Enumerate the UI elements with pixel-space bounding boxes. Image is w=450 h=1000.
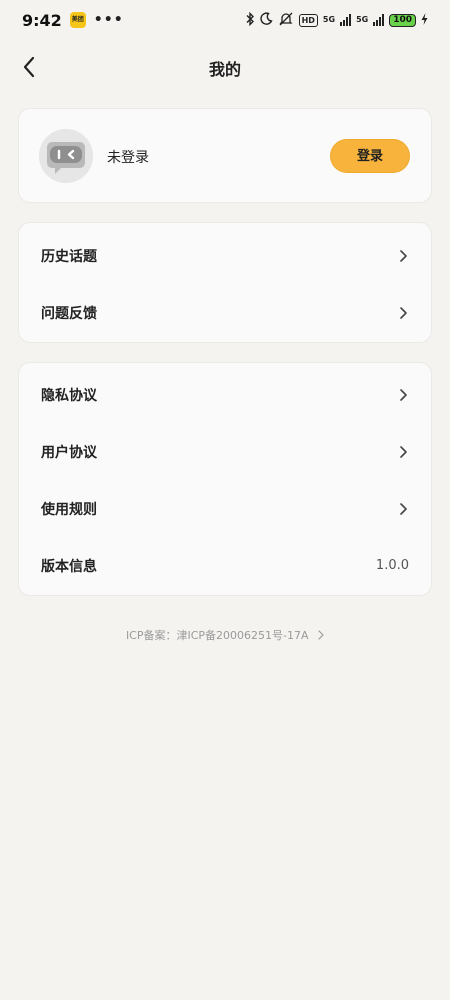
login-button[interactable]: 登录 (330, 139, 410, 173)
app-notification-icon: 美团 (69, 12, 86, 28)
user-name: 未登录 (107, 150, 149, 166)
menu-item-version-info[interactable]: 版本信息 1.0.0 (19, 537, 431, 594)
menu-item-label: 用户协议 (41, 444, 97, 461)
menu-item-label: 隐私协议 (41, 387, 97, 404)
network-type-1: 5G (322, 15, 336, 24)
version-number: 1.0.0 (375, 558, 409, 573)
hd-voice-icon: HD (298, 13, 318, 27)
chevron-right-icon (399, 502, 409, 516)
bluetooth-icon (245, 11, 255, 29)
more-notifications-icon: ••• (93, 12, 124, 28)
menu-item-user-agreement[interactable]: 用户协议 (19, 423, 431, 480)
icp-record-text: ICP备案：津ICP备20006251号-17A (125, 629, 309, 642)
status-time: 9:42 (22, 10, 62, 30)
navigation-bar: 我的 (0, 44, 450, 90)
menu-item-label: 版本信息 (41, 558, 97, 575)
menu-item-feedback[interactable]: 问题反馈 (19, 284, 431, 341)
do-not-disturb-moon-icon (259, 12, 273, 28)
battery-icon: 100 (389, 13, 416, 27)
status-bar-right: HD 5G 5G 100 (245, 11, 428, 29)
menu-item-label: 问题反馈 (41, 305, 97, 322)
robot-avatar-icon (39, 129, 93, 183)
chevron-right-icon (399, 445, 409, 459)
chevron-right-icon (399, 388, 409, 402)
chevron-right-icon (399, 306, 409, 320)
menu-group-history: 历史话题 问题反馈 (18, 222, 432, 343)
menu-group-agreements: 隐私协议 用户协议 使用规则 版本信息 1.0.0 (18, 362, 432, 596)
menu-item-label: 使用规则 (41, 501, 97, 518)
menu-item-history-topics[interactable]: 历史话题 (19, 227, 431, 284)
chevron-right-icon (318, 630, 324, 640)
avatar[interactable] (39, 129, 93, 183)
chevron-right-icon (399, 249, 409, 263)
profile-card: 未登录 登录 (18, 108, 432, 203)
mute-bell-icon (278, 12, 294, 29)
network-type-2: 5G (356, 15, 369, 24)
menu-item-privacy-policy[interactable]: 隐私协议 (19, 366, 431, 423)
menu-item-label: 历史话题 (41, 248, 97, 265)
menu-item-usage-rules[interactable]: 使用规则 (19, 480, 431, 537)
icp-record-link[interactable]: ICP备案：津ICP备20006251号-17A (0, 627, 450, 643)
status-bar-left: 9:42 美团 ••• (22, 11, 124, 30)
signal-strength-1-icon (340, 14, 352, 26)
signal-strength-2-icon (373, 14, 385, 26)
status-bar: 9:42 美团 ••• HD 5G 5G 100 (0, 0, 450, 40)
charging-icon (421, 12, 428, 28)
page-title: 我的 (208, 60, 241, 79)
